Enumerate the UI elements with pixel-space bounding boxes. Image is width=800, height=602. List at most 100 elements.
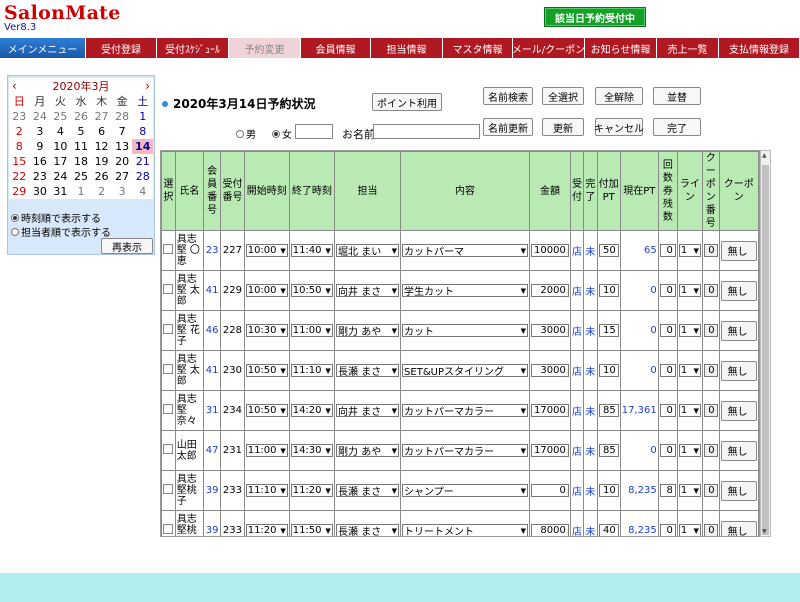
calendar-day[interactable]: 20 bbox=[112, 154, 133, 169]
reception-status[interactable]: 店 bbox=[569, 350, 585, 391]
deselect-all-button[interactable]: 全解除 bbox=[595, 87, 643, 105]
add-pt-input[interactable]: 10 bbox=[598, 284, 619, 297]
point-use-button[interactable]: ポイント利用 bbox=[372, 93, 442, 111]
start-time-select[interactable]: 10:00 ▼ bbox=[245, 284, 288, 297]
tickets-input[interactable]: 0 bbox=[659, 404, 676, 417]
reception-status[interactable]: 店 bbox=[569, 430, 585, 471]
end-time-select[interactable]: 11:40 ▼ bbox=[290, 244, 333, 257]
reception-status[interactable]: 店 bbox=[569, 390, 585, 431]
content-select[interactable]: カットパーマ ▼ bbox=[402, 244, 529, 258]
calendar-day[interactable]: 29 bbox=[9, 184, 30, 199]
redisplay-button[interactable]: 再表示 bbox=[101, 238, 153, 254]
completion-status[interactable]: 未 bbox=[583, 430, 598, 471]
name-input[interactable] bbox=[373, 124, 480, 139]
menu-item-2[interactable]: 受付ｽｹｼﾞｭｰﾙ bbox=[157, 38, 229, 58]
calendar-day[interactable]: 15 bbox=[9, 154, 30, 169]
row-select-checkbox[interactable] bbox=[163, 284, 174, 294]
staff-select[interactable]: 向井 まさ ▼ bbox=[336, 284, 400, 298]
end-time-select[interactable]: 11:20 ▼ bbox=[290, 484, 333, 497]
line-select[interactable]: 1 ▼ bbox=[678, 524, 701, 536]
member-number[interactable]: 23 bbox=[202, 230, 222, 271]
calendar-day[interactable]: 1 bbox=[132, 109, 153, 124]
current-pt[interactable]: 17,361 bbox=[619, 390, 659, 431]
menu-item-3[interactable]: 予約変更 bbox=[229, 38, 301, 58]
completion-status[interactable]: 未 bbox=[583, 270, 598, 311]
content-select[interactable]: カットパーマカラー ▼ bbox=[402, 444, 529, 458]
start-time-select[interactable]: 11:00 ▼ bbox=[245, 444, 288, 457]
completion-status[interactable]: 未 bbox=[583, 230, 598, 271]
completion-status[interactable]: 未 bbox=[583, 470, 598, 511]
completion-status[interactable]: 未 bbox=[583, 390, 598, 431]
add-pt-input[interactable]: 15 bbox=[598, 324, 619, 337]
line-select[interactable]: 1 ▼ bbox=[678, 364, 701, 377]
end-time-select[interactable]: 14:20 ▼ bbox=[290, 404, 333, 417]
calendar-day[interactable]: 28 bbox=[132, 169, 153, 184]
content-select[interactable]: 学生カット ▼ bbox=[402, 284, 529, 298]
calendar-day[interactable]: 18 bbox=[71, 154, 92, 169]
radio-icon[interactable] bbox=[272, 129, 280, 138]
amount-input[interactable]: 0 bbox=[531, 484, 569, 497]
amount-input[interactable]: 3000 bbox=[531, 324, 569, 337]
coupon-number-input[interactable]: 0 bbox=[703, 524, 718, 536]
member-number[interactable]: 39 bbox=[202, 470, 222, 511]
staff-select[interactable]: 長瀬 まさ ▼ bbox=[336, 524, 400, 536]
amount-input[interactable]: 10000 bbox=[531, 244, 569, 257]
calendar-day[interactable]: 1 bbox=[71, 184, 92, 199]
calendar-day[interactable]: 30 bbox=[30, 184, 51, 199]
end-time-select[interactable]: 10:50 ▼ bbox=[290, 284, 333, 297]
prev-month-icon[interactable]: ‹ bbox=[12, 79, 17, 93]
calendar-day[interactable]: 11 bbox=[71, 139, 92, 154]
completion-status[interactable]: 未 bbox=[583, 310, 598, 351]
add-pt-input[interactable]: 85 bbox=[598, 404, 619, 417]
line-select[interactable]: 1 ▼ bbox=[678, 404, 701, 417]
calendar-day[interactable]: 13 bbox=[112, 139, 133, 154]
staff-select[interactable]: 長瀬 まさ ▼ bbox=[336, 364, 400, 378]
member-number[interactable]: 47 bbox=[202, 430, 222, 471]
calendar-day[interactable]: 27 bbox=[91, 109, 112, 124]
line-select[interactable]: 1 ▼ bbox=[678, 444, 701, 457]
sort-button[interactable]: 並替 bbox=[653, 87, 701, 105]
calendar-day[interactable]: 3 bbox=[112, 184, 133, 199]
completion-status[interactable]: 未 bbox=[583, 510, 598, 536]
start-time-select[interactable]: 10:50 ▼ bbox=[245, 364, 288, 377]
staff-select[interactable]: 長瀬 まさ ▼ bbox=[336, 484, 400, 498]
calendar-day[interactable]: 2 bbox=[91, 184, 112, 199]
calendar-day[interactable]: 3 bbox=[30, 124, 51, 139]
amount-input[interactable]: 2000 bbox=[531, 284, 569, 297]
menu-item-0[interactable]: メインメニュー bbox=[0, 38, 86, 58]
calendar-day[interactable]: 9 bbox=[30, 139, 51, 154]
line-select[interactable]: 1 ▼ bbox=[678, 284, 701, 297]
end-time-select[interactable]: 14:30 ▼ bbox=[290, 444, 333, 457]
end-time-select[interactable]: 11:00 ▼ bbox=[290, 324, 333, 337]
menu-item-9[interactable]: 売上一覧 bbox=[657, 38, 719, 58]
content-select[interactable]: カット ▼ bbox=[402, 324, 529, 338]
staff-select[interactable]: 剛力 あや ▼ bbox=[336, 444, 400, 458]
tickets-input[interactable]: 8 bbox=[659, 484, 676, 497]
menu-item-1[interactable]: 受付登録 bbox=[86, 38, 157, 58]
current-pt[interactable]: 0 bbox=[619, 430, 659, 471]
member-number[interactable]: 31 bbox=[202, 390, 222, 431]
next-month-icon[interactable]: › bbox=[145, 79, 150, 93]
coupon-number-input[interactable]: 0 bbox=[703, 444, 718, 457]
menu-item-10[interactable]: 支払情報登録 bbox=[719, 38, 800, 58]
name-search-button[interactable]: 名前検索 bbox=[483, 87, 533, 105]
calendar-day[interactable]: 25 bbox=[71, 169, 92, 184]
calendar-day[interactable]: 26 bbox=[91, 169, 112, 184]
radio-icon[interactable] bbox=[236, 129, 244, 138]
member-number[interactable]: 41 bbox=[202, 350, 222, 391]
calendar-day[interactable]: 6 bbox=[91, 124, 112, 139]
scroll-up-icon[interactable]: ▲ bbox=[762, 152, 767, 159]
line-select[interactable]: 1 ▼ bbox=[678, 324, 701, 337]
calendar-day[interactable]: 23 bbox=[30, 169, 51, 184]
menu-item-5[interactable]: 担当情報 bbox=[371, 38, 443, 58]
completion-status[interactable]: 未 bbox=[583, 350, 598, 391]
coupon-number-input[interactable]: 0 bbox=[703, 404, 718, 417]
tickets-input[interactable]: 0 bbox=[659, 244, 676, 257]
calendar-day[interactable]: 17 bbox=[50, 154, 71, 169]
calendar-day[interactable]: 2 bbox=[9, 124, 30, 139]
coupon-button[interactable]: 無し bbox=[720, 240, 757, 261]
select-all-button[interactable]: 全選択 bbox=[542, 87, 584, 105]
calendar-day[interactable]: 22 bbox=[9, 169, 30, 184]
staff-select[interactable]: 剛力 あや ▼ bbox=[336, 324, 400, 338]
line-select[interactable]: 1 ▼ bbox=[678, 484, 701, 497]
